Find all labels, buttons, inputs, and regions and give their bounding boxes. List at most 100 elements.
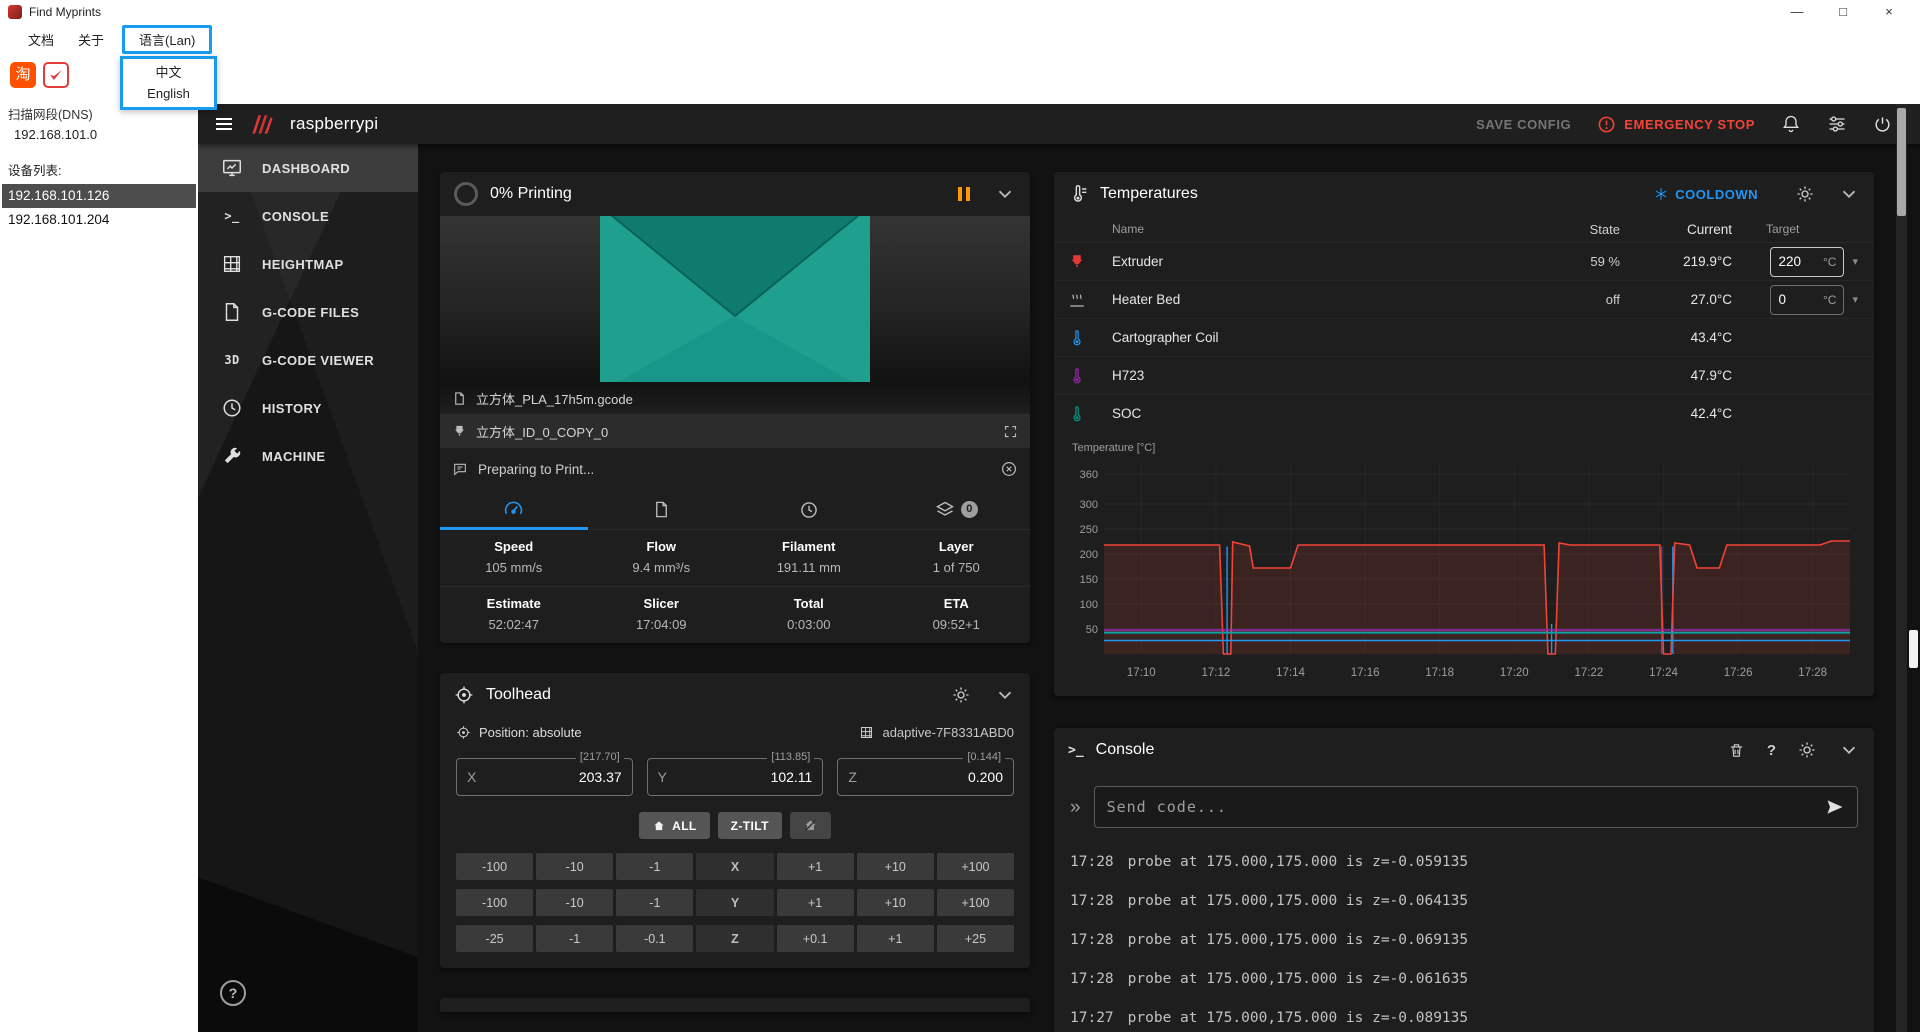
sidebar-item-dashboard[interactable]: DASHBOARD	[198, 144, 418, 192]
crosshair-icon	[454, 685, 474, 705]
file-icon	[220, 301, 244, 323]
menu-language[interactable]: 语言(Lan)	[122, 25, 212, 54]
page-scrollbar[interactable]	[1896, 104, 1907, 1032]
console-icon: >_	[1068, 743, 1084, 758]
collapse-chevron-icon[interactable]	[1838, 739, 1860, 761]
gear-icon[interactable]	[1796, 185, 1814, 203]
log-line: 17:27probe at 175.000,175.000 is z=-0.08…	[1070, 998, 1858, 1032]
jog-button[interactable]: +25	[937, 925, 1014, 952]
trash-icon[interactable]	[1728, 742, 1745, 759]
thermometer-icon	[1068, 184, 1088, 204]
jog-button[interactable]: +0.1	[777, 925, 854, 952]
sidebar-item-heightmap[interactable]: HEIGHTMAP	[198, 240, 418, 288]
jog-button[interactable]: +10	[857, 889, 934, 916]
svg-text:17:12: 17:12	[1202, 667, 1231, 679]
jog-button[interactable]: -0.1	[616, 925, 693, 952]
expand-macros-icon[interactable]: »	[1070, 798, 1081, 817]
save-config-button[interactable]: SAVE CONFIG	[1476, 117, 1571, 132]
jog-button[interactable]: -100	[456, 853, 533, 880]
jog-button[interactable]: +1	[777, 853, 854, 880]
maximize-button[interactable]: □	[1820, 0, 1866, 24]
hamburger-menu-icon[interactable]	[214, 114, 234, 134]
window-titlebar: Find Myprints — □ ×	[0, 0, 1920, 24]
home-all-button[interactable]: ALL	[639, 812, 710, 839]
ui-settings-icon[interactable]	[1827, 114, 1847, 134]
language-option-chinese[interactable]: 中文	[123, 62, 214, 83]
menu-about[interactable]: 关于	[66, 26, 116, 53]
clear-message-icon[interactable]	[1000, 460, 1018, 478]
sidebar-item-console[interactable]: >_ CONSOLE	[198, 192, 418, 240]
close-button[interactable]: ×	[1866, 0, 1912, 24]
tab-history[interactable]	[735, 490, 883, 529]
pause-button[interactable]	[958, 187, 970, 201]
tab-speed[interactable]	[440, 490, 588, 529]
language-option-english[interactable]: English	[123, 83, 214, 104]
console-input[interactable]	[1107, 798, 1815, 816]
svg-text:17:14: 17:14	[1276, 667, 1305, 679]
sidebar-item-label: MACHINE	[262, 449, 325, 464]
jog-button[interactable]: +1	[777, 889, 854, 916]
jog-button[interactable]: -1	[616, 853, 693, 880]
jog-button[interactable]: +100	[937, 853, 1014, 880]
home-icon	[652, 819, 666, 833]
emergency-stop-button[interactable]: EMERGENCY STOP	[1597, 115, 1755, 134]
power-icon[interactable]	[1873, 115, 1892, 134]
tab-file[interactable]	[588, 490, 736, 529]
taobao-icon[interactable]: 淘	[10, 62, 36, 88]
collapse-chevron-icon[interactable]	[1838, 183, 1860, 205]
motors-off-button[interactable]	[790, 812, 831, 839]
collapse-chevron-icon[interactable]	[994, 684, 1016, 706]
help-button[interactable]: ?	[220, 980, 246, 1006]
sidebar-item-gcode-files[interactable]: G-CODE FILES	[198, 288, 418, 336]
stat-filament: Filament 191.11 mm	[735, 539, 883, 575]
preset-dropdown-icon[interactable]: ▾	[1852, 293, 1858, 306]
history-clock-icon	[799, 500, 819, 520]
tab-layers[interactable]: 0	[883, 490, 1031, 529]
ztilt-button[interactable]: Z-TILT	[718, 812, 782, 839]
notifications-bell-icon[interactable]	[1781, 114, 1801, 134]
gear-icon[interactable]	[952, 686, 970, 704]
cooldown-button[interactable]: COOLDOWN	[1654, 187, 1758, 202]
axis-x-field[interactable]: X 203.37 [217.70]	[456, 758, 633, 796]
preset-dropdown-icon[interactable]: ▾	[1852, 255, 1858, 268]
jog-button[interactable]: +10	[857, 853, 934, 880]
jog-button[interactable]: -1	[616, 889, 693, 916]
red-app-icon[interactable]	[43, 62, 69, 88]
axis-y-field[interactable]: Y 102.11 [113.85]	[647, 758, 824, 796]
sidebar-item-machine[interactable]: MACHINE	[198, 432, 418, 480]
three-d-icon: 3D	[220, 353, 244, 367]
device-item[interactable]: 192.168.101.204	[2, 208, 196, 232]
sidebar-item-history[interactable]: HISTORY	[198, 384, 418, 432]
jog-button[interactable]: -1	[536, 925, 613, 952]
gcode-preview-image	[440, 216, 1030, 382]
device-item[interactable]: 192.168.101.126	[2, 184, 196, 208]
exclude-object-icon[interactable]	[1003, 424, 1018, 439]
alert-circle-icon	[1597, 115, 1616, 134]
jog-button[interactable]: -10	[536, 889, 613, 916]
menu-docs[interactable]: 文档	[16, 26, 66, 53]
svg-text:17:24: 17:24	[1649, 667, 1678, 679]
svg-text:17:10: 17:10	[1127, 667, 1156, 679]
gear-icon[interactable]	[1798, 741, 1816, 759]
chart-title: Temperature [°C]	[1072, 442, 1858, 454]
minimize-button[interactable]: —	[1774, 0, 1820, 24]
jog-button[interactable]: +1	[857, 925, 934, 952]
jog-button[interactable]: -10	[536, 853, 613, 880]
collapse-chevron-icon[interactable]	[994, 183, 1016, 205]
heater-bed-target-input[interactable]	[1778, 292, 1814, 307]
axis-limit: [0.144]	[963, 751, 1005, 763]
scrollbar-thumb[interactable]	[1897, 108, 1906, 216]
help-icon[interactable]: ?	[1767, 742, 1776, 759]
axis-value: 203.37	[579, 769, 622, 785]
extruder-target-field[interactable]: °C	[1770, 247, 1844, 277]
jog-button[interactable]: -100	[456, 889, 533, 916]
heater-bed-target-field[interactable]: °C	[1770, 285, 1844, 315]
jog-button[interactable]: +100	[937, 889, 1014, 916]
extruder-target-input[interactable]	[1778, 254, 1814, 269]
next-card-partial	[440, 998, 1030, 1012]
send-icon[interactable]	[1825, 797, 1845, 817]
sidebar-item-gcode-viewer[interactable]: 3D G-CODE VIEWER	[198, 336, 418, 384]
toolhead-card: Toolhead	[440, 673, 1030, 968]
axis-z-field[interactable]: Z 0.200 [0.144]	[837, 758, 1014, 796]
jog-button[interactable]: -25	[456, 925, 533, 952]
